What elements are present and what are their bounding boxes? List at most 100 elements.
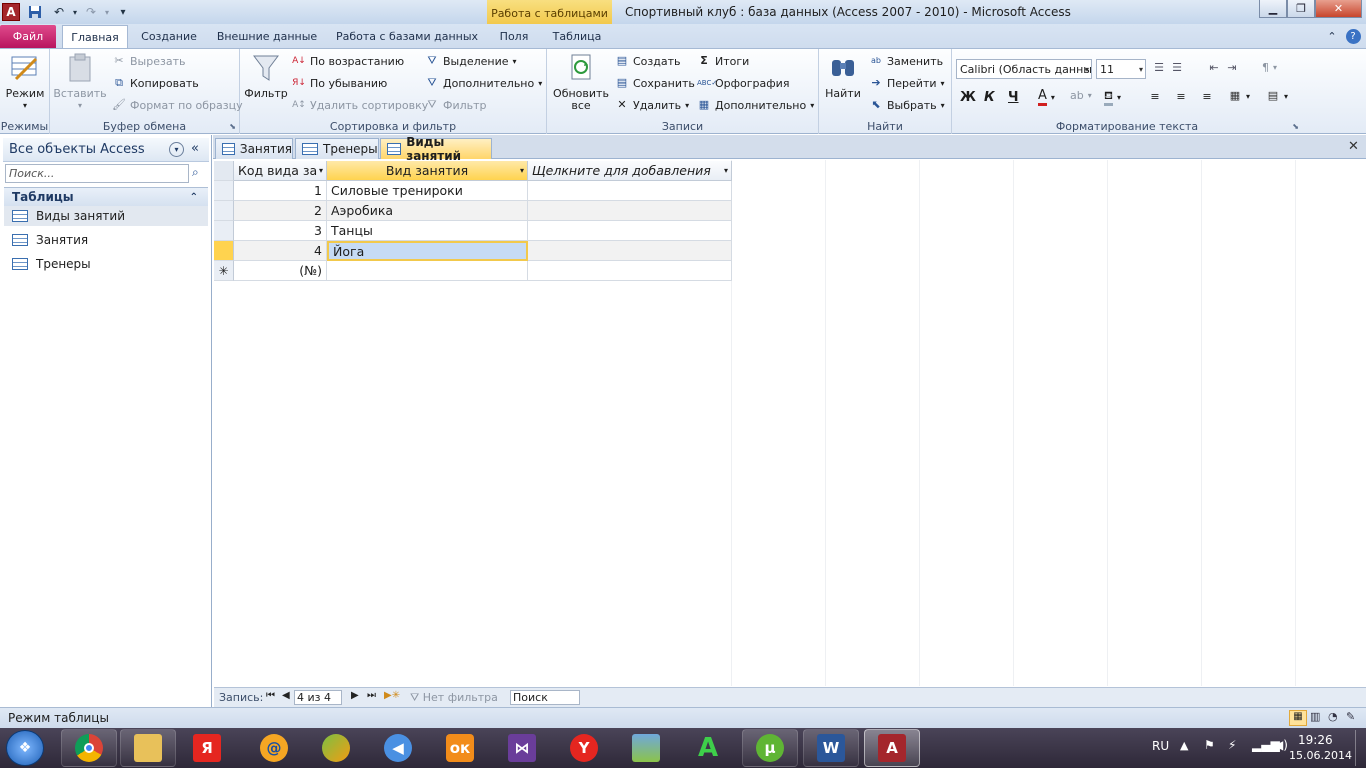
sort-ascending-button[interactable]: A↓ По возрастанию xyxy=(292,54,404,68)
fill-color-button[interactable]: ⛾ ▾ xyxy=(1104,89,1121,106)
taskbar-word[interactable]: W xyxy=(803,729,859,767)
bullets-button[interactable]: ☰ ☰ xyxy=(1152,61,1184,75)
record-search-input[interactable]: Поиск xyxy=(510,690,580,705)
bold-button[interactable]: Ж xyxy=(960,90,976,105)
taskbar-odnoklassniki[interactable]: ок xyxy=(432,729,488,767)
power-icon[interactable]: ⚡ xyxy=(1228,738,1236,752)
tray-expand-icon[interactable]: ▲ xyxy=(1180,739,1188,752)
row-selector-current[interactable] xyxy=(214,241,234,261)
cell-empty[interactable] xyxy=(528,181,732,201)
cell-empty[interactable] xyxy=(528,261,732,281)
pivot-chart-view-icon[interactable]: ◔ xyxy=(1328,710,1338,723)
cell-id[interactable]: 4 xyxy=(234,241,327,261)
cell-empty[interactable] xyxy=(528,221,732,241)
nav-item-trenery[interactable]: Тренеры xyxy=(12,254,91,274)
view-button[interactable]: Режим ▾ xyxy=(4,52,46,112)
font-size-combo[interactable]: 11 ▾ xyxy=(1096,59,1146,79)
italic-button[interactable]: К xyxy=(984,90,995,105)
customize-qat-icon[interactable]: ▾ xyxy=(114,3,132,21)
start-button[interactable]: ❖ xyxy=(6,730,44,766)
tab-home[interactable]: Главная xyxy=(62,25,128,48)
clock-date[interactable]: 15.06.2014 xyxy=(1289,749,1352,762)
taskbar-yandex-browser[interactable]: Y xyxy=(556,729,612,767)
design-view-icon[interactable]: ✎ xyxy=(1346,710,1355,723)
delete-record-button[interactable]: ✕ Удалить ▾ xyxy=(615,98,689,112)
new-row-asterisk-icon[interactable]: ✳ xyxy=(214,261,234,281)
nav-item-vidy-zanyatiy[interactable]: Виды занятий xyxy=(4,206,208,226)
prev-record-icon[interactable]: ◀ xyxy=(282,690,290,701)
goto-button[interactable]: ➔ Перейти ▾ xyxy=(869,76,944,90)
collapse-pane-icon[interactable]: « xyxy=(191,141,199,156)
font-color-button[interactable]: A ▾ xyxy=(1038,89,1055,106)
minimize-button[interactable]: ▁ xyxy=(1259,0,1287,18)
clipboard-launcher-icon[interactable]: ⬊ xyxy=(229,122,236,131)
text-format-launcher-icon[interactable]: ⬊ xyxy=(1292,122,1299,131)
indent-buttons[interactable]: ⇤ ⇥ xyxy=(1207,61,1239,75)
chevron-down-icon[interactable]: ▾ xyxy=(520,166,524,175)
row-selector[interactable] xyxy=(214,201,234,221)
volume-icon[interactable]: ◀) xyxy=(1274,738,1288,752)
filter-button[interactable]: Фильтр xyxy=(244,52,288,100)
cell-name[interactable]: Аэробика xyxy=(327,201,528,221)
taskbar-hangouts[interactable] xyxy=(308,729,364,767)
nav-search-input[interactable]: Поиск... xyxy=(5,164,189,183)
close-document-icon[interactable]: ✕ xyxy=(1348,139,1359,154)
cell-name[interactable]: Силовые тренироки xyxy=(327,181,528,201)
font-name-combo[interactable]: Calibri (Область данны ▾ xyxy=(956,59,1092,79)
datasheet-view-icon[interactable]: ▦ xyxy=(1289,710,1307,726)
sort-descending-button[interactable]: Я↓ По убыванию xyxy=(292,76,387,90)
chevron-down-icon[interactable]: ▾ xyxy=(319,166,323,175)
taskbar-explorer[interactable] xyxy=(120,729,176,767)
cell-empty[interactable] xyxy=(528,201,732,221)
find-button[interactable]: Найти xyxy=(823,52,863,100)
save-record-button[interactable]: ▤ Сохранить xyxy=(615,76,695,90)
last-record-icon[interactable]: ⏭ xyxy=(367,690,376,701)
close-button[interactable]: ✕ xyxy=(1315,0,1362,18)
column-header-name[interactable]: Вид занятия ▾ xyxy=(327,161,528,181)
nav-item-zanyatiya[interactable]: Занятия xyxy=(12,230,88,250)
copy-button[interactable]: ⧉ Копировать xyxy=(112,76,199,90)
language-indicator[interactable]: RU xyxy=(1152,739,1169,753)
column-header-add[interactable]: Щелкните для добавления ▾ xyxy=(528,161,732,181)
taskbar-photos[interactable] xyxy=(618,729,674,767)
no-filter-button[interactable]: ⛛ Нет фильтра xyxy=(410,691,498,705)
cell-name[interactable]: Танцы xyxy=(327,221,528,241)
chevron-down-icon[interactable]: ▾ xyxy=(724,166,728,175)
show-desktop-button[interactable] xyxy=(1355,730,1365,766)
tab-database-tools[interactable]: Работа с базами данных xyxy=(332,25,482,48)
cell-name-selected[interactable]: Йога xyxy=(327,241,528,261)
replace-button[interactable]: ab Заменить xyxy=(869,54,943,68)
doc-tab-vidy-zanyatiy[interactable]: Виды занятий xyxy=(380,135,492,163)
action-center-flag-icon[interactable]: ⚑ xyxy=(1204,738,1215,752)
help-icon[interactable]: ? xyxy=(1344,25,1362,48)
cell-id[interactable]: 3 xyxy=(234,221,327,241)
tab-table[interactable]: Таблица xyxy=(546,25,608,48)
doc-tab-zanyatiya[interactable]: Занятия xyxy=(215,138,293,159)
search-icon[interactable]: ⌕ xyxy=(192,165,199,180)
first-record-icon[interactable]: ⏮ xyxy=(266,690,275,701)
cell-new-name[interactable] xyxy=(327,261,528,281)
cell-id[interactable]: 2 xyxy=(234,201,327,221)
next-record-icon[interactable]: ▶ xyxy=(351,690,359,701)
taskbar-app-a[interactable]: A xyxy=(680,729,736,767)
taskbar-chrome[interactable] xyxy=(61,729,117,767)
cell-id[interactable]: 1 xyxy=(234,181,327,201)
cell-empty[interactable] xyxy=(528,241,732,261)
more-records-button[interactable]: ▦ Дополнительно ▾ xyxy=(697,98,814,112)
refresh-all-button[interactable]: Обновить все xyxy=(551,52,611,112)
clock-time[interactable]: 19:26 xyxy=(1298,733,1333,747)
row-selector[interactable] xyxy=(214,181,234,201)
new-record-button[interactable]: ▤ Создать xyxy=(615,54,681,68)
save-icon[interactable] xyxy=(26,3,44,21)
align-buttons[interactable]: ≡ ≡ ≡ xyxy=(1148,90,1214,104)
doc-tab-trenery[interactable]: Тренеры xyxy=(295,138,379,159)
restore-button[interactable]: ❐ xyxy=(1287,0,1315,18)
collapse-section-icon[interactable]: ⌃ xyxy=(190,192,198,203)
select-button[interactable]: ⬉ Выбрать ▾ xyxy=(869,98,944,112)
alternate-row-color-button[interactable]: ▤ ▾ xyxy=(1266,89,1288,103)
row-selector[interactable] xyxy=(214,221,234,241)
taskbar-access[interactable]: A xyxy=(864,729,920,767)
minimize-ribbon-icon[interactable]: ⌃ xyxy=(1323,25,1341,48)
nav-section-tables[interactable]: Таблицы ⌃ xyxy=(4,187,208,207)
access-logo-icon[interactable]: A xyxy=(2,3,20,21)
